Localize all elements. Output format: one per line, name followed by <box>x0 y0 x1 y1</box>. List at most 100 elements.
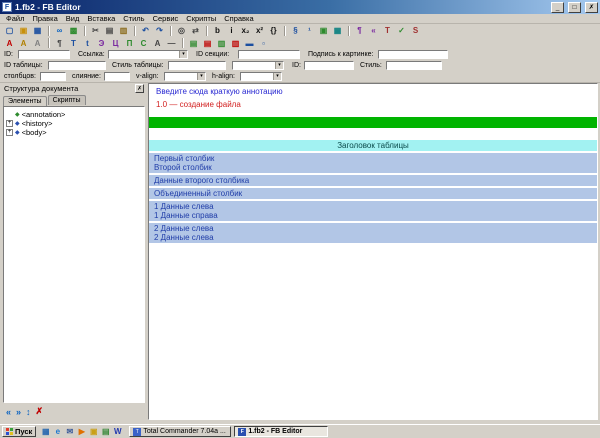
table-cell-text[interactable]: 2 Данные слева <box>149 233 597 242</box>
cell-style-input[interactable] <box>386 61 442 70</box>
split-cells-icon[interactable]: ▫ <box>257 37 270 49</box>
word-icon[interactable]: W <box>112 426 123 437</box>
epigraph-icon[interactable]: Э <box>95 37 108 49</box>
tab-elements[interactable]: Элементы <box>3 96 47 106</box>
media-player-icon[interactable]: ▶ <box>76 426 87 437</box>
link-icon[interactable]: ∞ <box>53 25 66 37</box>
section-id-input[interactable] <box>238 50 300 59</box>
open-folder-icon[interactable]: ▣ <box>17 25 30 37</box>
dropdown-arrow-icon[interactable]: ▾ <box>275 62 283 69</box>
link-combo[interactable]: ▾ <box>108 50 188 59</box>
insert-table-icon[interactable]: ▦ <box>331 25 344 37</box>
start-button[interactable]: Пуск <box>2 426 36 437</box>
move-updown-icon[interactable]: ↕ <box>26 407 31 417</box>
task-total-commander[interactable]: T Total Commander 7.04a ... <box>129 426 231 437</box>
table-cell-text[interactable]: Данные второго столбика <box>149 176 597 185</box>
menu-help[interactable]: Справка <box>220 14 257 23</box>
nav-forward-icon[interactable]: » <box>16 407 21 417</box>
insert-image-icon[interactable]: ▣ <box>317 25 330 37</box>
undo-icon[interactable]: ↶ <box>139 25 152 37</box>
tree-item-history[interactable]: + ◆ <history> <box>6 119 142 128</box>
subscript-icon[interactable]: x₂ <box>239 25 252 37</box>
annotation-hint[interactable]: Введите сюда краткую аннотацию <box>156 87 597 96</box>
replace-icon[interactable]: ⇄ <box>189 25 202 37</box>
add-row-icon[interactable]: ▤ <box>187 37 200 49</box>
poem-icon[interactable]: ¶ <box>353 25 366 37</box>
subtitle-icon[interactable]: t <box>81 37 94 49</box>
new-file-icon[interactable]: ▢ <box>3 25 16 37</box>
footnote-icon[interactable]: ¹ <box>303 25 316 37</box>
table-header[interactable]: Заголовок таблицы <box>149 140 597 151</box>
table-cell-text[interactable]: Объединенный столбик <box>149 189 597 198</box>
menu-insert[interactable]: Вставка <box>83 14 119 23</box>
paragraph-icon[interactable]: ¶ <box>53 37 66 49</box>
dropdown-arrow-icon[interactable]: ▾ <box>179 51 187 58</box>
table-row[interactable]: Первый столбик Второй столбик <box>149 153 597 173</box>
title-style-icon[interactable]: T <box>67 37 80 49</box>
title-icon[interactable]: T <box>381 25 394 37</box>
table-cell-text[interactable]: Первый столбик <box>149 154 597 163</box>
ie-icon[interactable]: e <box>52 426 63 437</box>
menu-tools[interactable]: Сервис <box>149 14 183 23</box>
redo-icon[interactable]: ↷ <box>153 25 166 37</box>
script-icon[interactable]: S <box>409 25 422 37</box>
table-cell-text[interactable]: Второй столбик <box>149 163 597 172</box>
empty-line-icon[interactable]: — <box>165 37 178 49</box>
table-row[interactable]: Данные второго столбика <box>149 175 597 186</box>
editor-area[interactable]: Введите сюда краткую аннотацию 1.0 — соз… <box>148 83 598 420</box>
font-color-icon[interactable]: A <box>3 37 16 49</box>
expander-icon[interactable]: + <box>6 129 13 136</box>
code-icon[interactable]: {} <box>267 25 280 37</box>
cell-id-input[interactable] <box>304 61 354 70</box>
menu-edit[interactable]: Правка <box>28 14 61 23</box>
cite-style-icon[interactable]: Ц <box>109 37 122 49</box>
minimize-button[interactable]: _ <box>551 2 564 13</box>
tree-item-annotation[interactable]: ◆ <annotation> <box>6 110 142 119</box>
table-row[interactable]: Объединенный столбик <box>149 188 597 199</box>
image-icon[interactable]: ▩ <box>67 25 80 37</box>
halign-select[interactable]: ▾ <box>240 72 282 81</box>
maximize-button[interactable]: □ <box>568 2 581 13</box>
table-cell-text[interactable]: 1 Данные слева <box>149 202 597 211</box>
tab-scripts[interactable]: Скрипты <box>48 95 86 105</box>
bold-icon[interactable]: b <box>211 25 224 37</box>
history-line[interactable]: 1.0 — создание файла <box>156 100 597 109</box>
table-align-select[interactable]: ▾ <box>232 61 284 70</box>
text-author-icon[interactable]: А <box>151 37 164 49</box>
merge-input[interactable] <box>104 72 130 81</box>
mail-icon[interactable]: ✉ <box>64 426 75 437</box>
folder-icon[interactable]: ▣ <box>88 426 99 437</box>
find-icon[interactable]: ◎ <box>175 25 188 37</box>
table-style-input[interactable] <box>168 61 226 70</box>
tree-item-body[interactable]: + ◆ <body> <box>6 128 142 137</box>
notepad-icon[interactable]: ▤ <box>100 426 111 437</box>
delete-row-icon[interactable]: ▤ <box>201 37 214 49</box>
add-column-icon[interactable]: ▥ <box>215 37 228 49</box>
superscript-icon[interactable]: x² <box>253 25 266 37</box>
cite-icon[interactable]: « <box>367 25 380 37</box>
poem-style-icon[interactable]: П <box>123 37 136 49</box>
stanza-icon[interactable]: С <box>137 37 150 49</box>
italic-icon[interactable]: i <box>225 25 238 37</box>
clear-format-icon[interactable]: A <box>31 37 44 49</box>
table-id-input[interactable] <box>48 61 106 70</box>
delete-column-icon[interactable]: ▥ <box>229 37 242 49</box>
close-button[interactable]: ✗ <box>585 2 598 13</box>
valign-select[interactable]: ▾ <box>164 72 206 81</box>
validate-icon[interactable]: ✓ <box>395 25 408 37</box>
copy-icon[interactable]: ▤ <box>103 25 116 37</box>
menu-view[interactable]: Вид <box>62 14 84 23</box>
highlight-icon[interactable]: A <box>17 37 30 49</box>
section-title-bar[interactable] <box>149 117 597 128</box>
table-cell-text[interactable]: 2 Данные слева <box>149 224 597 233</box>
dropdown-arrow-icon[interactable]: ▾ <box>197 73 205 80</box>
paste-icon[interactable]: ▥ <box>117 25 130 37</box>
colspan-input[interactable] <box>40 72 66 81</box>
link-input[interactable] <box>109 51 187 58</box>
menu-file[interactable]: Файл <box>2 14 28 23</box>
dropdown-arrow-icon[interactable]: ▾ <box>273 73 281 80</box>
image-caption-input[interactable] <box>378 50 448 59</box>
table-row[interactable]: 2 Данные слева 2 Данные слева <box>149 223 597 243</box>
panel-close-button[interactable]: ✗ <box>135 84 144 93</box>
show-desktop-icon[interactable]: ▦ <box>40 426 51 437</box>
